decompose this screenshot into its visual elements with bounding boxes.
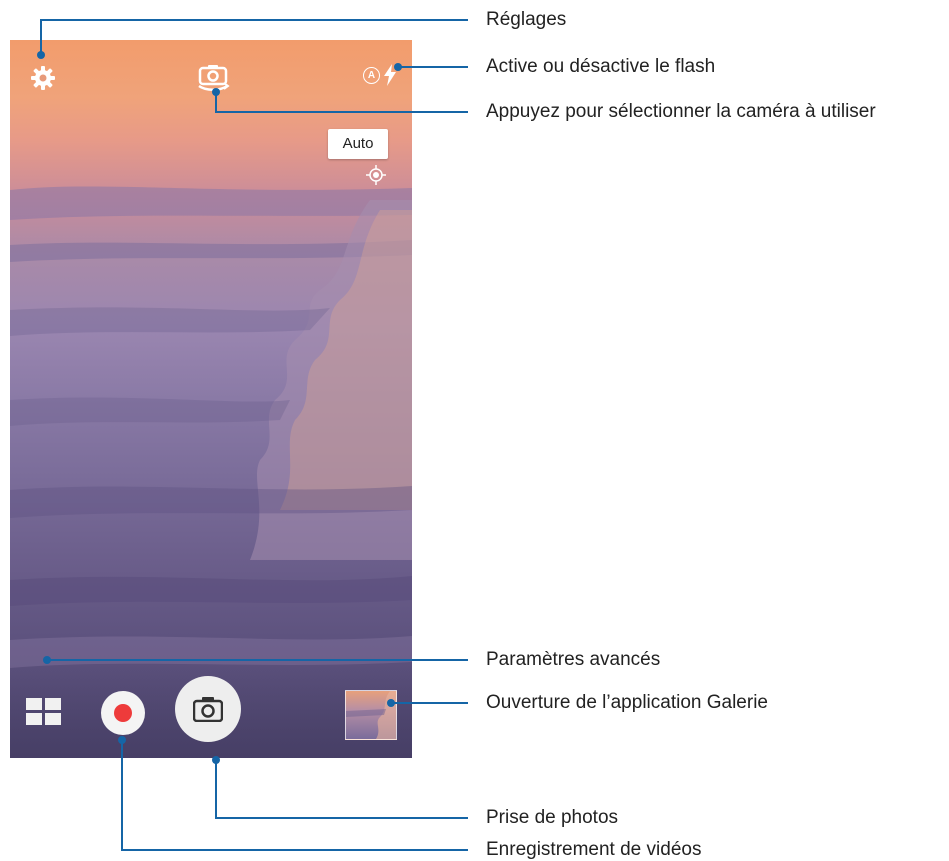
callout-gallery: Ouverture de l’application Galerie xyxy=(486,692,768,713)
callout-flash: Active ou désactive le flash xyxy=(486,56,716,77)
callout-lines xyxy=(37,19,468,851)
callout-settings: Réglages xyxy=(486,9,567,30)
callout-photo: Prise de photos xyxy=(486,807,619,828)
callout-switch-camera: Appuyez pour sélectionner la caméra à ut… xyxy=(486,101,876,122)
callout-advanced-settings: Paramètres avancés xyxy=(486,649,661,670)
callout-video: Enregistrement de vidéos xyxy=(486,839,702,860)
